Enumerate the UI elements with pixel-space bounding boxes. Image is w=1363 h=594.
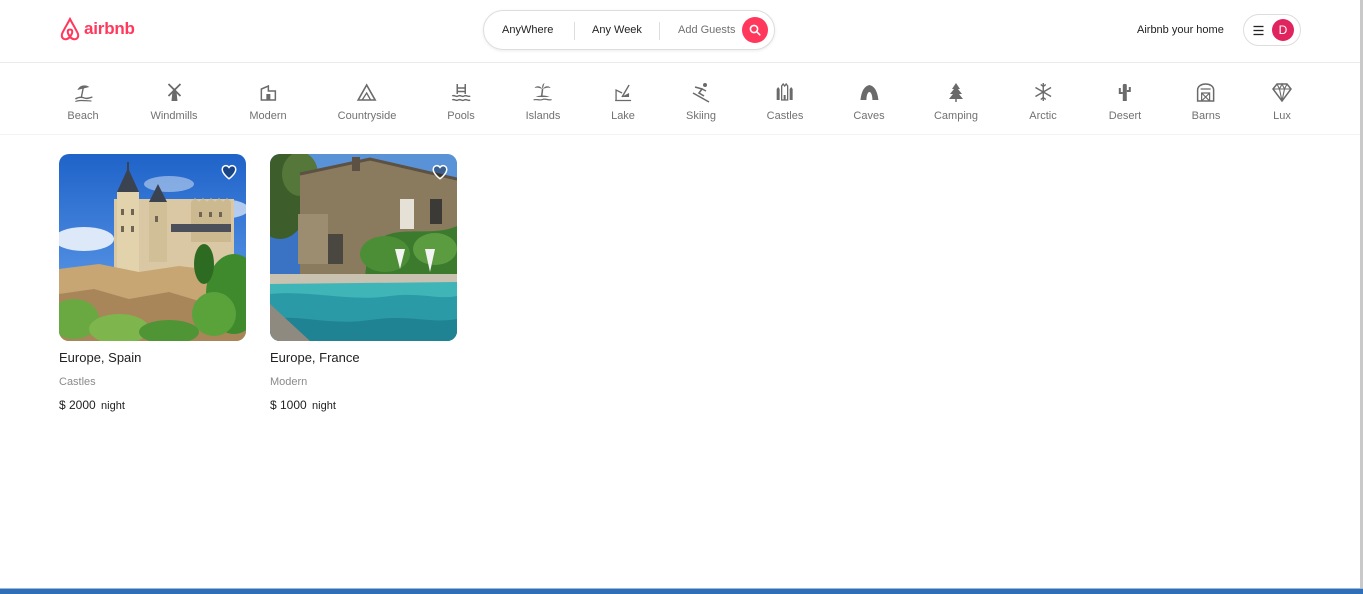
price-amount: $ 2000 — [59, 398, 96, 412]
category-modern[interactable]: Modern — [249, 81, 287, 122]
category-label: Desert — [1108, 110, 1142, 122]
search-when[interactable]: Any Week — [592, 24, 642, 36]
category-label: Camping — [933, 110, 979, 122]
category-islands[interactable]: Islands — [525, 81, 561, 122]
price-amount: $ 1000 — [270, 398, 307, 412]
snowflake-icon — [1034, 83, 1052, 101]
castle-photo — [59, 154, 246, 341]
listing-location: Europe, France — [270, 350, 360, 365]
category-bar: Beach Windmills Modern Countryside Pools… — [0, 63, 1360, 135]
listing-category: Modern — [270, 376, 308, 388]
category-castles[interactable]: Castles — [766, 81, 804, 122]
search-button[interactable] — [742, 17, 768, 43]
category-pools[interactable]: Pools — [447, 81, 475, 122]
search-bar[interactable]: AnyWhere Any Week Add Guests — [483, 10, 775, 50]
hamburger-menu-icon — [1253, 25, 1264, 36]
cactus-icon — [1119, 83, 1131, 101]
category-barns[interactable]: Barns — [1191, 81, 1221, 122]
beach-icon — [74, 85, 93, 103]
category-label: Lake — [611, 110, 635, 122]
page: airbnb AnyWhere Any Week Add Guests Airb… — [0, 0, 1363, 594]
category-windmills[interactable]: Windmills — [150, 81, 198, 122]
category-caves[interactable]: Caves — [853, 81, 885, 122]
listing-category: Castles — [59, 376, 96, 388]
barn-icon — [1197, 83, 1215, 102]
price-unit: night — [312, 400, 336, 412]
avatar: D — [1272, 19, 1294, 41]
category-label: Lux — [1273, 110, 1291, 122]
camping-icon — [949, 83, 963, 102]
category-label: Modern — [249, 110, 287, 122]
category-label: Windmills — [150, 110, 198, 122]
search-where[interactable]: AnyWhere — [502, 24, 553, 36]
mountain-icon — [357, 83, 377, 101]
taskbar-edge — [0, 588, 1363, 594]
search-icon — [749, 24, 761, 36]
category-label: Islands — [525, 110, 561, 122]
category-lux[interactable]: Lux — [1271, 81, 1293, 122]
category-label: Castles — [766, 110, 804, 122]
windmill-icon — [167, 83, 181, 101]
price-unit: night — [101, 400, 125, 412]
airbnb-your-home-link[interactable]: Airbnb your home — [1137, 24, 1224, 36]
pool-icon — [451, 84, 471, 102]
cave-icon — [860, 85, 878, 100]
category-label: Beach — [67, 110, 99, 122]
user-menu-button[interactable]: D — [1243, 14, 1301, 46]
pool-house-photo — [270, 154, 457, 341]
listing-location: Europe, Spain — [59, 350, 142, 365]
castle-icon — [777, 82, 793, 101]
heart-icon[interactable] — [431, 163, 449, 181]
category-beach[interactable]: Beach — [67, 81, 99, 122]
airbnb-logo[interactable]: airbnb — [59, 17, 135, 41]
category-camping[interactable]: Camping — [934, 81, 978, 122]
listing-photo-pool-house[interactable] — [270, 154, 457, 341]
listing-price: $ 2000 night — [59, 398, 246, 412]
category-label: Barns — [1191, 110, 1221, 122]
listing-price: $ 1000 night — [270, 398, 457, 412]
category-skiing[interactable]: Skiing — [686, 81, 716, 122]
heart-icon[interactable] — [220, 163, 238, 181]
category-countryside[interactable]: Countryside — [337, 81, 397, 122]
category-desert[interactable]: Desert — [1109, 81, 1141, 122]
category-label: Caves — [853, 110, 885, 122]
listing-card[interactable]: Europe, Spain Castles $ 2000 night — [59, 154, 246, 412]
diamond-icon — [1272, 82, 1292, 103]
search-divider — [574, 22, 575, 40]
listing-photo-castle[interactable] — [59, 154, 246, 341]
island-icon — [533, 83, 553, 101]
skiing-icon — [692, 83, 710, 103]
search-divider — [659, 22, 660, 40]
lake-icon — [614, 84, 631, 102]
airbnb-logo-icon — [60, 17, 80, 41]
category-label: Arctic — [1029, 110, 1057, 122]
listing-card[interactable]: Europe, France Modern $ 1000 night — [270, 154, 457, 412]
modern-house-icon — [260, 84, 276, 101]
category-lake[interactable]: Lake — [611, 81, 635, 122]
category-label: Pools — [447, 110, 475, 122]
category-label: Skiing — [686, 110, 716, 122]
search-guests[interactable]: Add Guests — [678, 24, 735, 36]
top-header: airbnb AnyWhere Any Week Add Guests Airb… — [0, 0, 1360, 63]
category-label: Countryside — [337, 110, 397, 122]
logo-text: airbnb — [84, 19, 135, 38]
category-arctic[interactable]: Arctic — [1029, 81, 1057, 122]
